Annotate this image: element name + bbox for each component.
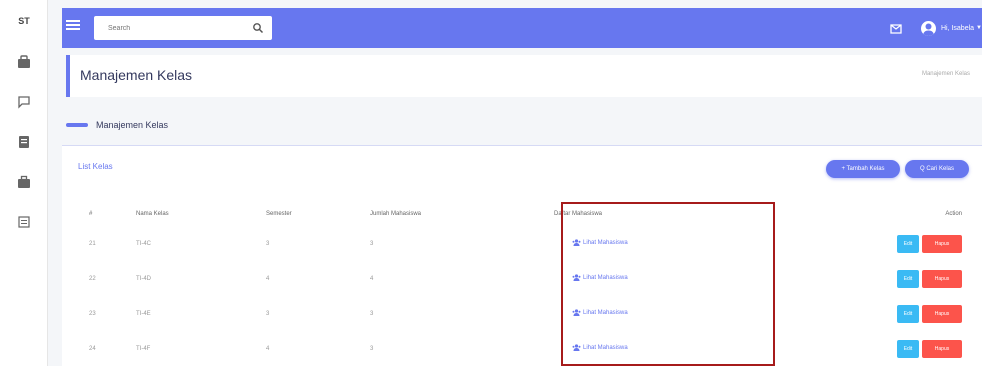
edit-button[interactable]: Edit <box>897 304 919 323</box>
cell-action: Edit Hapus <box>766 331 968 366</box>
briefcase-icon <box>18 175 30 188</box>
edit-button[interactable]: Edit <box>897 339 919 358</box>
sidebar-item-list[interactable] <box>0 202 48 242</box>
cell-semester: 3 <box>266 240 270 247</box>
topbar-right: Hi, Isabela ▼ <box>889 8 982 48</box>
cell-semester: 4 <box>266 345 270 352</box>
lihat-mahasiswa-link[interactable]: Lihat Mahasiswa <box>572 239 628 246</box>
card-title: List Kelas <box>78 162 113 171</box>
search-box <box>94 16 272 40</box>
kelas-table: # Nama Kelas Semester Jumlah Mahasiswa D… <box>78 202 968 366</box>
hapus-label: Hapus <box>934 240 950 247</box>
cell-number: 21 <box>89 240 96 247</box>
page-title: Manajemen Kelas <box>80 67 193 83</box>
avatar[interactable] <box>920 20 936 36</box>
cell-jumlah: 3 <box>370 310 374 317</box>
cell-nama: TI-4C <box>136 240 151 247</box>
sidebar: ST <box>0 0 48 366</box>
edit-button[interactable]: Edit <box>897 269 919 288</box>
cari-kelas-button[interactable]: Q Cari Kelas <box>905 160 969 178</box>
hapus-button[interactable]: Hapus <box>922 269 962 288</box>
cell-daftar: Lihat Mahasiswa <box>554 226 766 261</box>
cell-jumlah: 4 <box>370 275 374 282</box>
cell-number: 24 <box>89 345 96 352</box>
chevron-down-icon[interactable]: ▼ <box>976 25 982 31</box>
edit-label: Edit <box>903 310 913 317</box>
list-icon <box>18 216 30 228</box>
lihat-mahasiswa-label: Lihat Mahasiswa <box>583 309 628 316</box>
edit-label: Edit <box>903 275 913 282</box>
edit-label: Edit <box>903 345 913 352</box>
dashboard-icon <box>18 55 30 68</box>
hamburger-menu-icon[interactable] <box>66 18 80 34</box>
cell-semester: 4 <box>266 275 270 282</box>
hapus-label: Hapus <box>934 310 950 317</box>
table-header-row: # Nama Kelas Semester Jumlah Mahasiswa D… <box>78 202 968 226</box>
cell-nama: TI-4F <box>136 345 151 352</box>
cell-number: 22 <box>89 275 96 282</box>
users-icon <box>572 309 581 316</box>
users-icon <box>572 344 581 351</box>
col-header-action: Action <box>945 211 962 217</box>
sidebar-item-chat[interactable] <box>0 82 48 122</box>
lihat-mahasiswa-label: Lihat Mahasiswa <box>583 274 628 281</box>
edit-label: Edit <box>903 240 913 247</box>
book-icon <box>19 136 29 148</box>
lihat-mahasiswa-label: Lihat Mahasiswa <box>583 344 628 351</box>
table-row: 22 TI-4D 4 4 Lihat Mahasiswa Edit Hapus <box>78 261 968 296</box>
col-header-nama: Nama Kelas <box>136 211 169 217</box>
lihat-mahasiswa-link[interactable]: Lihat Mahasiswa <box>572 344 628 351</box>
hapus-button[interactable]: Hapus <box>922 304 962 323</box>
cell-daftar: Lihat Mahasiswa <box>554 331 766 366</box>
sidebar-item-book[interactable] <box>0 122 48 162</box>
cell-jumlah: 3 <box>370 240 374 247</box>
table-row: 24 TI-4F 4 3 Lihat Mahasiswa Edit Hapus <box>78 331 968 366</box>
sidebar-item-dashboard[interactable] <box>0 42 48 82</box>
edit-button[interactable]: Edit <box>897 234 919 253</box>
lihat-mahasiswa-link[interactable]: Lihat Mahasiswa <box>572 274 628 281</box>
cell-number: 23 <box>89 310 96 317</box>
cell-nama: TI-4E <box>136 310 151 317</box>
hapus-label: Hapus <box>934 275 950 282</box>
chat-icon <box>18 96 30 109</box>
section-header: Manajemen Kelas <box>62 104 982 146</box>
table-row: 23 TI-4E 3 3 Lihat Mahasiswa Edit Hapus <box>78 296 968 331</box>
users-icon <box>572 274 581 281</box>
search-icon[interactable] <box>252 22 264 34</box>
col-header-jumlah: Jumlah Mahasiswa <box>370 211 422 217</box>
search-input[interactable] <box>94 16 244 40</box>
cell-action: Edit Hapus <box>766 261 968 296</box>
tambah-kelas-button[interactable]: + Tambah Kelas <box>826 160 900 178</box>
cell-action: Edit Hapus <box>766 226 968 261</box>
section-indicator <box>66 122 88 127</box>
hapus-button[interactable]: Hapus <box>922 339 962 358</box>
cell-daftar: Lihat Mahasiswa <box>554 261 766 296</box>
page-header: Manajemen Kelas Manajemen Kelas <box>66 55 982 97</box>
cell-daftar: Lihat Mahasiswa <box>554 296 766 331</box>
cell-jumlah: 3 <box>370 345 374 352</box>
topbar: Hi, Isabela ▼ <box>62 8 982 48</box>
col-header-daftar: Daftar Mahasiswa <box>554 211 603 217</box>
user-name[interactable]: Hi, Isabela <box>941 25 974 32</box>
lihat-mahasiswa-link[interactable]: Lihat Mahasiswa <box>572 309 628 316</box>
sidebar-item-briefcase[interactable] <box>0 162 48 202</box>
sidebar-brand[interactable]: ST <box>0 0 48 42</box>
lihat-mahasiswa-label: Lihat Mahasiswa <box>583 239 628 246</box>
table-row: 21 TI-4C 3 3 Lihat Mahasiswa Edit Hapus <box>78 226 968 261</box>
section-title: Manajemen Kelas <box>96 119 169 130</box>
notification-icon[interactable] <box>889 21 903 35</box>
cell-nama: TI-4D <box>136 275 151 282</box>
users-icon <box>572 239 581 246</box>
hapus-label: Hapus <box>934 345 950 352</box>
cell-semester: 3 <box>266 310 270 317</box>
hapus-button[interactable]: Hapus <box>922 234 962 253</box>
col-header-number: # <box>89 211 93 217</box>
col-header-semester: Semester <box>266 211 292 217</box>
user-avatar-icon <box>922 23 934 36</box>
cell-action: Edit Hapus <box>766 296 968 331</box>
breadcrumb[interactable]: Manajemen Kelas <box>922 71 970 77</box>
kelas-card: List Kelas + Tambah Kelas Q Cari Kelas #… <box>62 146 982 366</box>
